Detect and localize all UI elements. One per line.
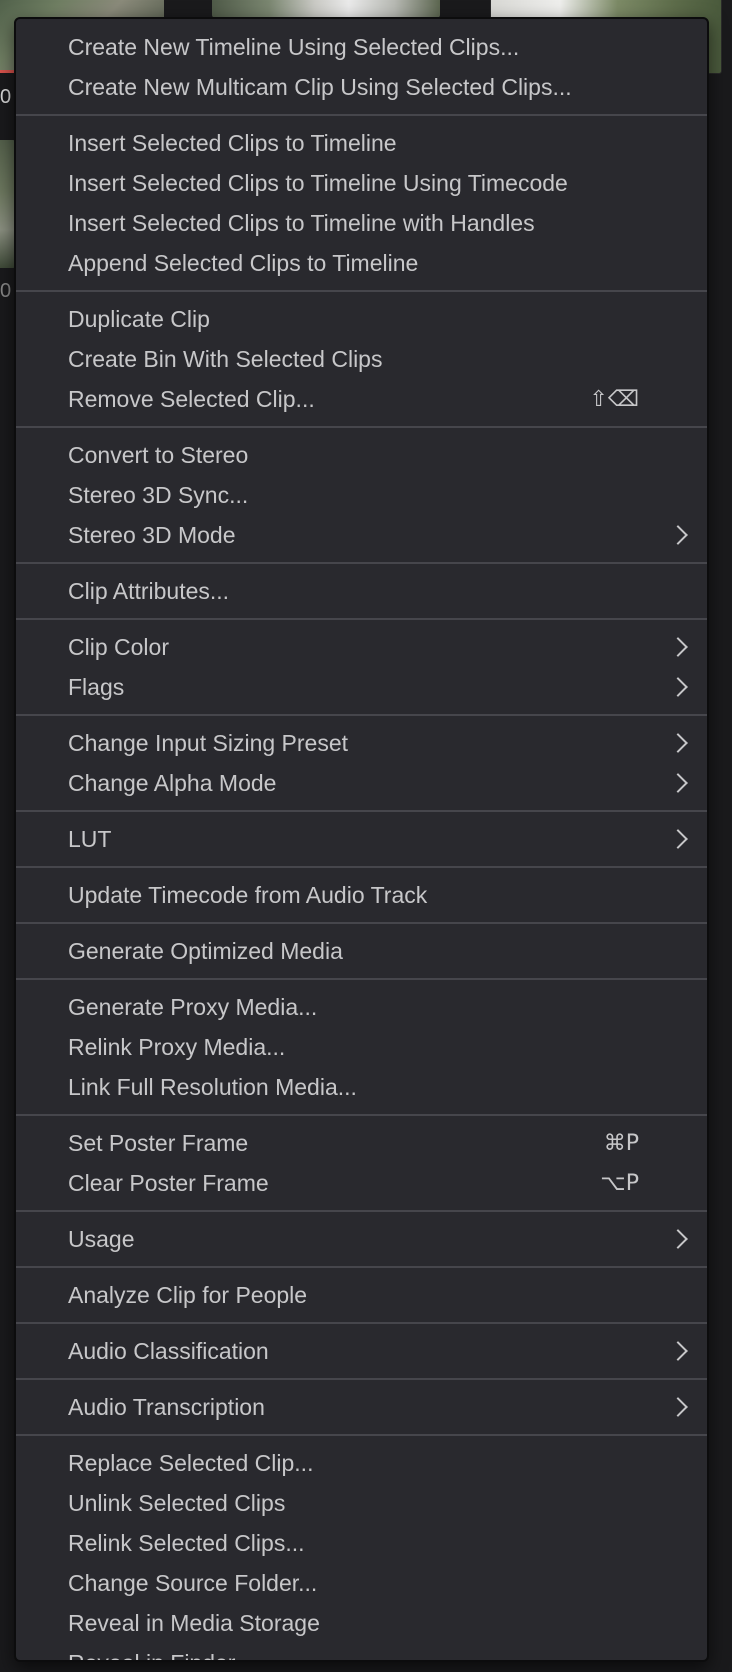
menu-item-change-alpha-mode[interactable]: Change Alpha Mode	[16, 763, 707, 803]
menu-item-clip-attributes[interactable]: Clip Attributes...	[16, 571, 707, 611]
menu-item-clear-poster-frame[interactable]: Clear Poster Frame ⌥P	[16, 1163, 707, 1203]
menu-item-relink-selected-clips[interactable]: Relink Selected Clips...	[16, 1523, 707, 1563]
menu-item-label: Reveal in Finder	[68, 1650, 679, 1661]
menu-item-label: Generate Optimized Media	[68, 937, 343, 964]
menu-item-label: Change Alpha Mode	[68, 769, 277, 796]
menu-item-label: Replace Selected Clip...	[68, 1449, 314, 1476]
menu-separator	[16, 1434, 707, 1436]
clip-label-fragment: 0	[0, 280, 12, 302]
menu-item-usage[interactable]: Usage	[16, 1219, 707, 1259]
menu-item-label: Insert Selected Clips to Timeline Using …	[68, 169, 568, 196]
menu-separator	[16, 866, 707, 868]
menu-item-stereo-3d-sync[interactable]: Stereo 3D Sync...	[16, 475, 707, 515]
menu-item-label: Stereo 3D Sync...	[68, 481, 249, 508]
menu-separator	[16, 1378, 707, 1380]
menu-item-set-poster-frame[interactable]: Set Poster Frame ⌘P	[16, 1123, 707, 1163]
menu-item-clip-color[interactable]: Clip Color	[16, 627, 707, 667]
menu-item-insert-selected-clips-to-timeline-using-timecode[interactable]: Insert Selected Clips to Timeline Using …	[16, 163, 707, 203]
menu-item-label: Usage	[68, 1225, 135, 1252]
keyboard-shortcut: ⇧⌫	[589, 386, 639, 412]
menu-item-label: Clip Color	[68, 633, 169, 660]
menu-item-label: Relink Selected Clips...	[68, 1529, 305, 1556]
menu-item-label: Clip Attributes...	[68, 577, 230, 604]
menu-item-reveal-in-media-storage[interactable]: Reveal in Media Storage	[16, 1603, 707, 1643]
menu-item-label: LUT	[68, 825, 112, 852]
menu-separator	[16, 1322, 707, 1324]
menu-item-label: Unlink Selected Clips	[68, 1489, 286, 1516]
menu-item-label: Change Input Sizing Preset	[68, 729, 349, 756]
menu-separator	[16, 618, 707, 620]
menu-item-insert-selected-clips-to-timeline[interactable]: Insert Selected Clips to Timeline	[16, 123, 707, 163]
menu-item-label: Analyze Clip for People	[68, 1281, 308, 1308]
menu-item-label: Insert Selected Clips to Timeline	[68, 129, 397, 156]
menu-item-generate-proxy-media[interactable]: Generate Proxy Media...	[16, 987, 707, 1027]
menu-item-convert-to-stereo[interactable]: Convert to Stereo	[16, 435, 707, 475]
menu-top-padding	[16, 19, 707, 27]
menu-item-label: Audio Classification	[68, 1337, 269, 1364]
menu-item-label: Create Bin With Selected Clips	[68, 345, 383, 372]
menu-item-label: Remove Selected Clip...	[68, 385, 315, 412]
menu-item-label: Clear Poster Frame	[68, 1169, 269, 1196]
menu-separator	[16, 562, 707, 564]
menu-separator	[16, 978, 707, 980]
menu-item-label: Reveal in Media Storage	[68, 1609, 320, 1636]
menu-item-unlink-selected-clips[interactable]: Unlink Selected Clips	[16, 1483, 707, 1523]
menu-item-create-new-multicam-clip-using-selected-clips[interactable]: Create New Multicam Clip Using Selected …	[16, 67, 707, 107]
menu-item-analyze-clip-for-people[interactable]: Analyze Clip for People	[16, 1275, 707, 1315]
menu-item-label: Create New Multicam Clip Using Selected …	[68, 73, 572, 100]
menu-item-update-timecode-from-audio-track[interactable]: Update Timecode from Audio Track	[16, 875, 707, 915]
menu-item-label: Update Timecode from Audio Track	[68, 881, 428, 908]
menu-item-relink-proxy-media[interactable]: Relink Proxy Media...	[16, 1027, 707, 1067]
menu-item-label: Generate Proxy Media...	[68, 993, 318, 1020]
menu-separator	[16, 714, 707, 716]
menu-item-duplicate-clip[interactable]: Duplicate Clip	[16, 299, 707, 339]
clip-thumbnail[interactable]	[212, 0, 440, 18]
menu-item-label: Change Source Folder...	[68, 1569, 318, 1596]
menu-separator	[16, 1266, 707, 1268]
menu-separator	[16, 810, 707, 812]
menu-item-reveal-in-finder[interactable]: Reveal in Finder	[16, 1643, 707, 1661]
menu-item-label: Relink Proxy Media...	[68, 1033, 286, 1060]
clip-label-fragment: 0	[0, 86, 12, 108]
keyboard-shortcut: ⌥P	[600, 1170, 639, 1196]
menu-item-change-input-sizing-preset[interactable]: Change Input Sizing Preset	[16, 723, 707, 763]
menu-item-create-bin-with-selected-clips[interactable]: Create Bin With Selected Clips	[16, 339, 707, 379]
menu-item-lut[interactable]: LUT	[16, 819, 707, 859]
menu-separator	[16, 1114, 707, 1116]
menu-separator	[16, 290, 707, 292]
menu-item-audio-classification[interactable]: Audio Classification	[16, 1331, 707, 1371]
menu-item-label: Set Poster Frame	[68, 1129, 249, 1156]
menu-item-label: Duplicate Clip	[68, 305, 210, 332]
menu-item-label: Create New Timeline Using Selected Clips…	[68, 33, 520, 60]
menu-item-stereo-3d-mode[interactable]: Stereo 3D Mode	[16, 515, 707, 555]
menu-item-generate-optimized-media[interactable]: Generate Optimized Media	[16, 931, 707, 971]
menu-separator	[16, 922, 707, 924]
clip-context-menu: Create New Timeline Using Selected Clips…	[14, 17, 709, 1662]
keyboard-shortcut: ⌘P	[603, 1130, 639, 1156]
menu-item-label: Link Full Resolution Media...	[68, 1073, 357, 1100]
menu-item-label: Audio Transcription	[68, 1393, 265, 1420]
menu-separator	[16, 114, 707, 116]
menu-item-append-selected-clips-to-timeline[interactable]: Append Selected Clips to Timeline	[16, 243, 707, 283]
menu-item-audio-transcription[interactable]: Audio Transcription	[16, 1387, 707, 1427]
menu-separator	[16, 426, 707, 428]
menu-item-label: Convert to Stereo	[68, 441, 249, 468]
menu-item-change-source-folder[interactable]: Change Source Folder...	[16, 1563, 707, 1603]
menu-item-remove-selected-clip[interactable]: Remove Selected Clip... ⇧⌫	[16, 379, 707, 419]
menu-item-label: Insert Selected Clips to Timeline with H…	[68, 209, 535, 236]
menu-item-link-full-resolution-media[interactable]: Link Full Resolution Media...	[16, 1067, 707, 1107]
menu-separator	[16, 1210, 707, 1212]
menu-item-label: Flags	[68, 673, 125, 700]
menu-item-create-new-timeline-using-selected-clips[interactable]: Create New Timeline Using Selected Clips…	[16, 27, 707, 67]
menu-item-flags[interactable]: Flags	[16, 667, 707, 707]
menu-item-label: Stereo 3D Mode	[68, 521, 236, 548]
menu-item-insert-selected-clips-to-timeline-with-handles[interactable]: Insert Selected Clips to Timeline with H…	[16, 203, 707, 243]
menu-item-replace-selected-clip[interactable]: Replace Selected Clip...	[16, 1443, 707, 1483]
menu-item-label: Append Selected Clips to Timeline	[68, 249, 419, 276]
